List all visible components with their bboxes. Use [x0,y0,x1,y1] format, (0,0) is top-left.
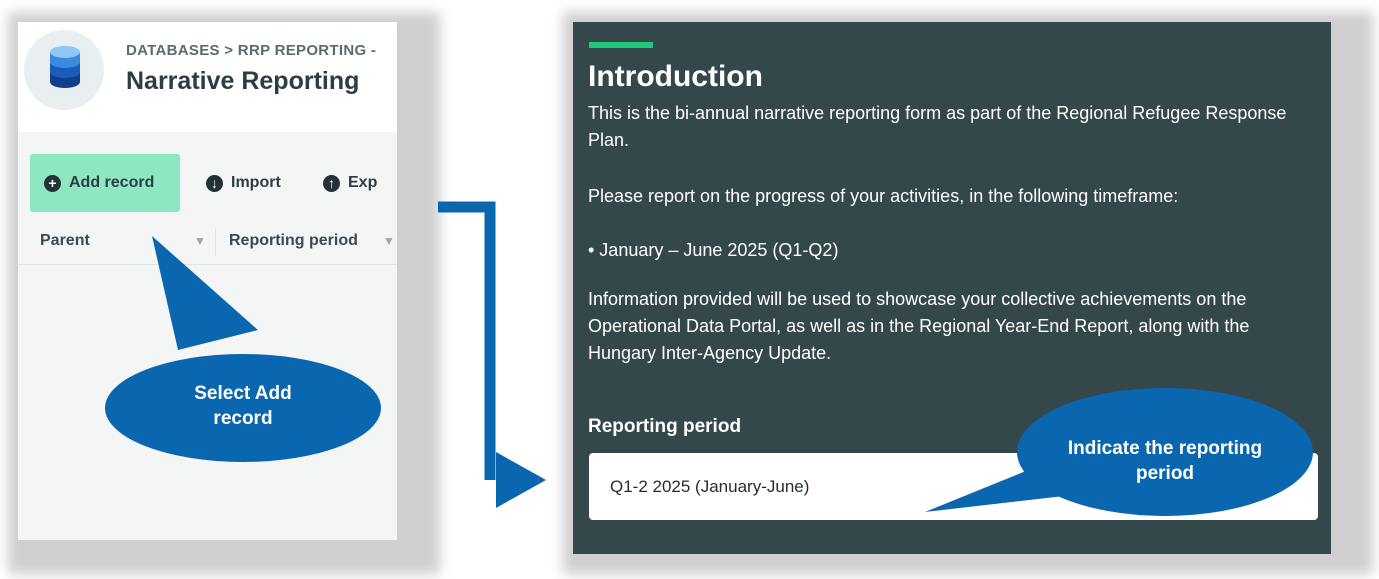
toolbar: + Add record ↓ Import ↑ Exp [18,154,397,216]
form-title: Introduction [588,60,763,93]
timeframe-item: • January – June 2025 (Q1-Q2) [588,240,839,260]
add-record-label: Add record [69,174,155,191]
flow-arrow [438,201,546,508]
info-paragraph: Information provided will be used to sho… [588,289,1250,363]
reporting-period-label: Reporting period [588,416,742,437]
database-icon [50,46,80,88]
export-icon: ↑ [323,174,340,192]
export-label: Exp [348,174,378,191]
plus-circle-icon: + [44,174,61,192]
import-button[interactable]: ↓ Import [206,154,281,212]
callout-text-select-add-record: Select Add record [194,383,292,429]
column-header-parent[interactable]: Parent [40,232,90,250]
import-icon: ↓ [206,174,223,192]
callout-text-indicate-period: Indicate the reporting period [1067,438,1263,484]
export-button[interactable]: ↑ Exp [323,154,377,212]
accent-bar [589,42,653,48]
reporting-period-value: Q1-2 2025 (January-June) [610,477,810,496]
intro-paragraph: This is the bi-annual narrative reportin… [588,103,1287,150]
add-record-button[interactable]: + Add record [30,154,180,212]
breadcrumb[interactable]: DATABASES > RRP REPORTING - [126,42,376,59]
page-title: Narrative Reporting [126,67,360,95]
import-label: Import [231,174,281,191]
instruction-paragraph: Please report on the progress of your ac… [588,186,1179,206]
page-header: DATABASES > RRP REPORTING - Narrative Re… [18,22,397,132]
